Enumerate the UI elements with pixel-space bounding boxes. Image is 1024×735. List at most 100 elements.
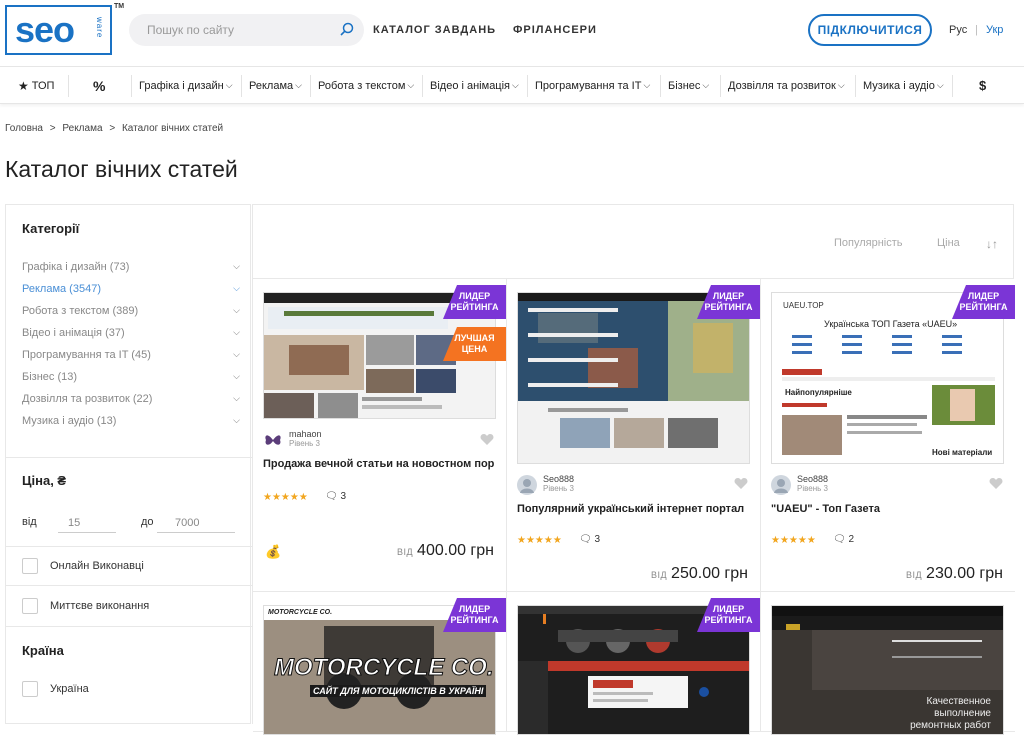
comment-icon: 🗨 bbox=[833, 534, 846, 545]
filter-category-label: Реклама (3547) bbox=[22, 283, 101, 295]
chevron-down-icon[interactable]: ⌵ bbox=[233, 415, 240, 427]
chevron-down-icon[interactable]: ⌵ bbox=[233, 371, 240, 383]
heart-icon[interactable] bbox=[989, 477, 1003, 490]
cat-text[interactable]: Робота з текстом ⌵ bbox=[318, 67, 414, 104]
filter-category-leisure[interactable]: Дозвілля та розвиток (22) ⌵ bbox=[22, 393, 240, 405]
cat-programming[interactable]: Програмування та IT ⌵ bbox=[535, 67, 650, 104]
nav-freelancers-link[interactable]: ФРІЛАНСЕРИ bbox=[513, 24, 597, 36]
filter-category-label: Дозвілля та розвиток (22) bbox=[22, 393, 153, 405]
thumbnail-brand-small: MOTORCYCLE CO. bbox=[268, 609, 333, 616]
chevron-down-icon[interactable]: ⌵ bbox=[233, 349, 240, 361]
lang-uk[interactable]: Укр bbox=[986, 24, 1003, 36]
price-to-input[interactable]: 7000 bbox=[157, 513, 235, 533]
divider bbox=[6, 626, 252, 627]
product-card[interactable]: UAEU.TOP Українська ТОП Газета «UAEU» На… bbox=[761, 279, 1015, 592]
product-title[interactable]: Продажа вечной статьи на новостном пор bbox=[263, 458, 495, 470]
divider bbox=[422, 75, 423, 97]
avatar[interactable] bbox=[771, 475, 791, 495]
product-card[interactable]: Качественное выполнение ремонтных работ bbox=[761, 592, 1015, 735]
chevron-down-icon: ⌵ bbox=[512, 80, 519, 90]
instant-checkbox[interactable] bbox=[22, 598, 38, 614]
sort-order-icon[interactable]: ↓↑ bbox=[986, 237, 998, 251]
thumbnail-new: Нові матеріали bbox=[932, 448, 993, 457]
breadcrumb-separator: > bbox=[109, 123, 116, 134]
country-ukraine-checkbox[interactable] bbox=[22, 681, 38, 697]
seller-name[interactable]: Seo888 bbox=[797, 474, 828, 484]
cat-business[interactable]: Бізнес ⌵ bbox=[668, 67, 709, 104]
sort-popularity[interactable]: Популярність bbox=[834, 237, 903, 249]
filter-category-label: Програмування та IT (45) bbox=[22, 349, 151, 361]
price-value: 250.00 грн bbox=[671, 565, 748, 582]
online-checkbox[interactable] bbox=[22, 558, 38, 574]
connect-button[interactable]: ПІДКЛЮЧИТИСЯ bbox=[808, 14, 932, 46]
cat-label: Реклама bbox=[249, 79, 294, 92]
country-ukraine-label: Україна bbox=[50, 683, 89, 695]
cat-label: Робота з текстом bbox=[318, 79, 406, 92]
product-price: ВІД 230.00 грн bbox=[906, 565, 1003, 583]
product-title[interactable]: "UAEU" - Топ Газета bbox=[771, 503, 1003, 515]
cat-advertising[interactable]: Реклама ⌵ bbox=[249, 67, 302, 104]
cat-music[interactable]: Музика і аудіо ⌵ bbox=[863, 67, 944, 104]
leader-rating-ribbon: ЛИДЕР РЕЙТИНГА bbox=[443, 598, 506, 632]
seller-level: Рівень 3 bbox=[797, 484, 828, 493]
search-icon[interactable] bbox=[340, 22, 354, 36]
cat-video[interactable]: Відео і анімація ⌵ bbox=[430, 67, 519, 104]
filter-category-video[interactable]: Відео і анімація (37) ⌵ bbox=[22, 327, 240, 339]
product-card[interactable]: MOTORCYCLE CO. MOTORCYCLE CO. САЙТ ДЛЯ М… bbox=[253, 592, 507, 735]
chevron-down-icon[interactable]: ⌵ bbox=[233, 261, 240, 273]
product-card[interactable]: ЛИДЕР РЕЙТИНГА bbox=[507, 592, 761, 735]
chevron-down-icon[interactable]: ⌵ bbox=[233, 283, 240, 295]
divider bbox=[6, 585, 252, 586]
heart-icon[interactable] bbox=[480, 433, 494, 446]
filter-category-advertising[interactable]: Реклама (3547) ⌵ bbox=[22, 283, 240, 295]
filter-category-text[interactable]: Робота з текстом (389) ⌵ bbox=[22, 305, 240, 317]
avatar[interactable] bbox=[517, 475, 537, 495]
instant-label: Миттєве виконання bbox=[50, 600, 150, 612]
seller-name[interactable]: Seo888 bbox=[543, 474, 574, 484]
chevron-down-icon: ⌵ bbox=[643, 80, 651, 90]
product-title[interactable]: Популярний український інтернет портал bbox=[517, 503, 749, 515]
thumbnail-brand: MOTORCYCLE CO. bbox=[274, 654, 495, 682]
breadcrumb-separator: > bbox=[49, 123, 56, 134]
avatar[interactable] bbox=[263, 430, 283, 450]
filter-category-label: Графіка і дизайн (73) bbox=[22, 261, 130, 273]
thumbnail-popular: Найпопулярніше bbox=[785, 388, 852, 397]
cat-top-label: ТОП bbox=[31, 79, 55, 92]
chevron-down-icon[interactable]: ⌵ bbox=[233, 393, 240, 405]
lang-ru[interactable]: Рус bbox=[949, 24, 967, 36]
thumbnail-caption: Качественное выполнение ремонтных работ bbox=[910, 696, 991, 731]
filter-category-programming[interactable]: Програмування та IT (45) ⌵ bbox=[22, 349, 240, 361]
divider bbox=[68, 75, 69, 97]
filter-category-graphics[interactable]: Графіка і дизайн (73) ⌵ bbox=[22, 261, 240, 273]
breadcrumb: Головна > Реклама > Каталог вічних стате… bbox=[5, 123, 227, 134]
chevron-down-icon[interactable]: ⌵ bbox=[233, 305, 240, 317]
product-card[interactable]: ЛИДЕР РЕЙТИНГА Seo888 Рівень 3 Популярний… bbox=[507, 279, 761, 592]
cat-graphics[interactable]: Графіка і дизайн ⌵ bbox=[139, 67, 233, 104]
price-prefix: ВІД bbox=[905, 570, 923, 580]
cat-discount[interactable]: % bbox=[93, 67, 105, 104]
chevron-down-icon: ⌵ bbox=[225, 80, 233, 90]
cat-leisure[interactable]: Дозвілля та розвиток ⌵ bbox=[728, 67, 845, 104]
breadcrumb-advertising[interactable]: Реклама bbox=[62, 123, 102, 134]
rating-stars: ★★★★★ bbox=[517, 535, 562, 546]
filter-category-music[interactable]: Музика і аудіо (13) ⌵ bbox=[22, 415, 240, 427]
price-from-label: від bbox=[22, 516, 37, 528]
rating-stars: ★★★★★ bbox=[771, 535, 816, 546]
search-input[interactable]: Пошук по сайту bbox=[129, 14, 364, 46]
comment-icon: 🗨 bbox=[579, 534, 592, 545]
chevron-down-icon[interactable]: ⌵ bbox=[233, 327, 240, 339]
product-card[interactable]: ЛИДЕР РЕЙТИНГА ЛУЧШАЯ ЦЕНА mahaon Рівень 3… bbox=[253, 279, 507, 592]
product-thumbnail[interactable]: Качественное выполнение ремонтных работ bbox=[771, 605, 1004, 735]
seller-name[interactable]: mahaon bbox=[289, 429, 322, 439]
cat-currency[interactable]: $ bbox=[979, 67, 986, 104]
comment-count-value: 2 bbox=[848, 534, 855, 545]
breadcrumb-home[interactable]: Головна bbox=[5, 123, 43, 134]
nav-catalog-link[interactable]: КАТАЛОГ ЗАВДАНЬ bbox=[373, 24, 496, 36]
cat-top[interactable]: ★ ТОП bbox=[18, 67, 54, 104]
price-from-input[interactable]: 15 bbox=[58, 513, 116, 533]
logo[interactable]: seo ware bbox=[5, 5, 112, 55]
heart-icon[interactable] bbox=[734, 477, 748, 490]
seller-level: Рівень 3 bbox=[543, 484, 574, 493]
sort-price[interactable]: Ціна bbox=[937, 237, 960, 249]
filter-category-business[interactable]: Бізнес (13) ⌵ bbox=[22, 371, 240, 383]
